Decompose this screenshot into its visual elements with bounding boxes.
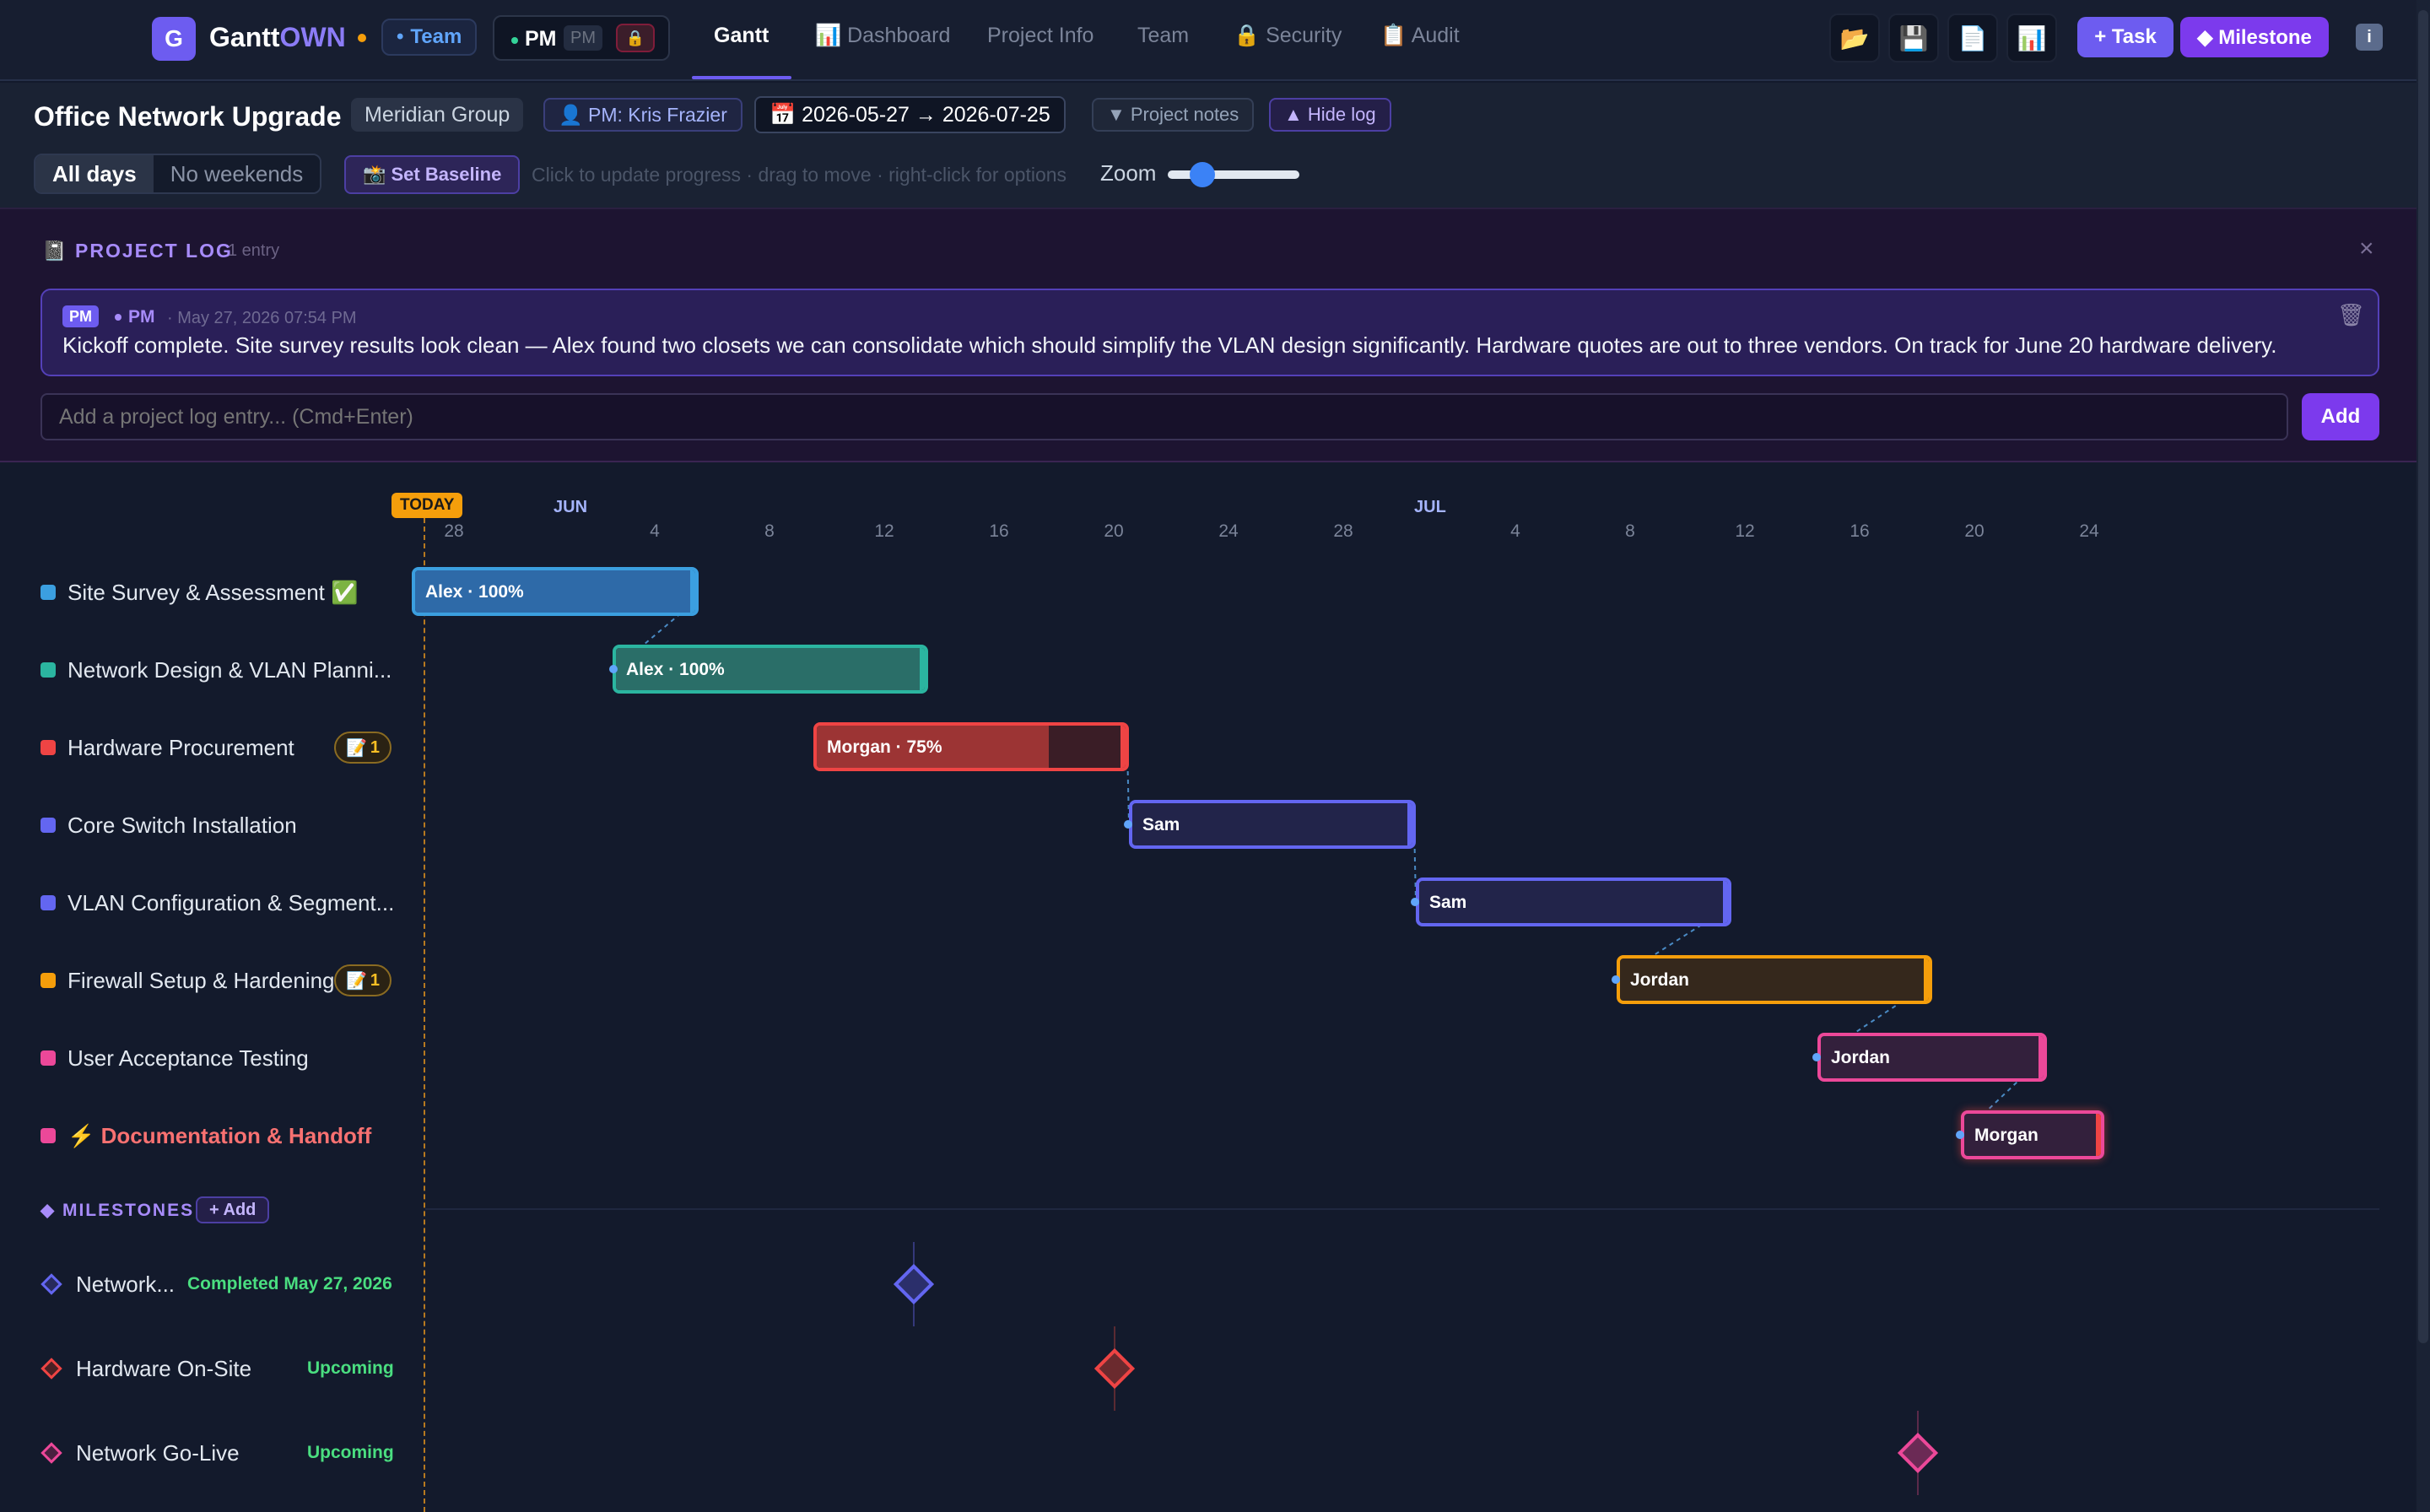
task-notes-badge[interactable]: 📝 1 <box>334 732 392 764</box>
resize-handle[interactable] <box>1723 881 1728 923</box>
task-row[interactable]: Network Design & VLAN Planni... <box>40 653 392 687</box>
diamond-icon <box>40 1358 62 1380</box>
milestone-row[interactable]: Network... <box>40 1267 175 1301</box>
milestone-row[interactable]: Hardware On-Site <box>40 1352 251 1385</box>
resize-handle[interactable] <box>1407 803 1412 845</box>
task-name: Core Switch Installation <box>68 812 297 838</box>
task-bar[interactable]: Morgan · 75% <box>813 722 1129 771</box>
task-bar[interactable]: Morgan <box>1961 1110 2104 1159</box>
task-row[interactable]: User Acceptance Testing <box>40 1041 309 1075</box>
task-name: Site Survey & Assessment ✅ <box>68 579 359 605</box>
task-name: User Acceptance Testing <box>68 1045 309 1071</box>
milestone-name: Network Go-Live <box>76 1439 240 1466</box>
note-icon: 📝 <box>345 971 367 991</box>
dependency-handle[interactable] <box>1612 975 1620 984</box>
resize-handle[interactable] <box>2096 1114 2101 1156</box>
task-bar-label: Jordan <box>1831 1048 1891 1067</box>
divider <box>425 1208 2379 1210</box>
milestone-row[interactable]: Network Go-Live <box>40 1436 240 1470</box>
task-row[interactable]: Hardware Procurement <box>40 731 294 764</box>
task-name: VLAN Configuration & Segment... <box>68 889 395 915</box>
resize-handle[interactable] <box>1924 958 1929 1001</box>
resize-handle[interactable] <box>920 648 925 690</box>
task-bar-label: Morgan · 75% <box>827 737 942 757</box>
task-bar[interactable]: Alex · 100% <box>412 567 699 616</box>
milestone-status: Upcoming <box>307 1443 394 1462</box>
task-bar[interactable]: Jordan <box>1617 955 1932 1004</box>
milestone-status: Completed May 27, 2026 <box>187 1274 392 1293</box>
dependency-handle[interactable] <box>1124 820 1132 829</box>
task-row[interactable]: Core Switch Installation <box>40 808 297 842</box>
task-bar[interactable]: Sam <box>1416 878 1731 926</box>
resize-handle[interactable] <box>1120 726 1126 768</box>
task-name: Firewall Setup & Hardening <box>68 967 335 993</box>
dependency-handle[interactable] <box>1956 1131 1964 1139</box>
task-bar-label: Morgan <box>1974 1126 2038 1145</box>
task-color-swatch <box>40 740 56 755</box>
resize-handle[interactable] <box>690 570 695 613</box>
diamond-icon <box>40 1273 62 1295</box>
task-name: ⚡ Documentation & Handoff <box>68 1122 372 1148</box>
task-bar[interactable]: Jordan <box>1817 1033 2047 1082</box>
milestone-status: Upcoming <box>307 1358 394 1378</box>
task-color-swatch <box>40 662 56 678</box>
task-color-swatch <box>40 973 56 988</box>
dependency-handle[interactable] <box>609 665 618 673</box>
task-name: Network Design & VLAN Planni... <box>68 656 392 683</box>
task-row[interactable]: ⚡ Documentation & Handoff <box>40 1119 371 1153</box>
task-row[interactable]: VLAN Configuration & Segment... <box>40 886 394 920</box>
task-bar-label: Sam <box>1142 815 1180 834</box>
task-bar[interactable]: Sam <box>1129 800 1416 849</box>
milestones-title: ◆ MILESTONES <box>40 1201 195 1220</box>
scrollbar-thumb[interactable] <box>2418 10 2428 1343</box>
resize-handle[interactable] <box>2038 1036 2044 1078</box>
task-bar[interactable]: Alex · 100% <box>613 645 928 694</box>
task-bar-label: Jordan <box>1630 970 1690 990</box>
task-color-swatch <box>40 1128 56 1143</box>
task-color-swatch <box>40 895 56 910</box>
task-name: Hardware Procurement <box>68 734 294 760</box>
task-bar-label: Sam <box>1429 893 1467 912</box>
milestone-name: Network... <box>76 1271 176 1297</box>
dependency-handle[interactable] <box>1411 898 1419 906</box>
task-color-swatch <box>40 1050 56 1066</box>
task-bar-label: Alex · 100% <box>626 660 725 679</box>
task-row[interactable]: Firewall Setup & Hardening <box>40 964 335 997</box>
add-milestone-inline-button[interactable]: + Add <box>196 1196 270 1223</box>
task-bar-label: Alex · 100% <box>425 582 524 602</box>
milestone-name: Hardware On-Site <box>76 1355 252 1381</box>
task-notes-badge[interactable]: 📝 1 <box>334 964 392 996</box>
task-color-swatch <box>40 585 56 600</box>
task-row[interactable]: Site Survey & Assessment ✅ <box>40 575 359 609</box>
note-icon: 📝 <box>345 738 367 758</box>
diamond-icon <box>40 1442 62 1464</box>
task-color-swatch <box>40 818 56 833</box>
dependency-handle[interactable] <box>1812 1053 1821 1061</box>
